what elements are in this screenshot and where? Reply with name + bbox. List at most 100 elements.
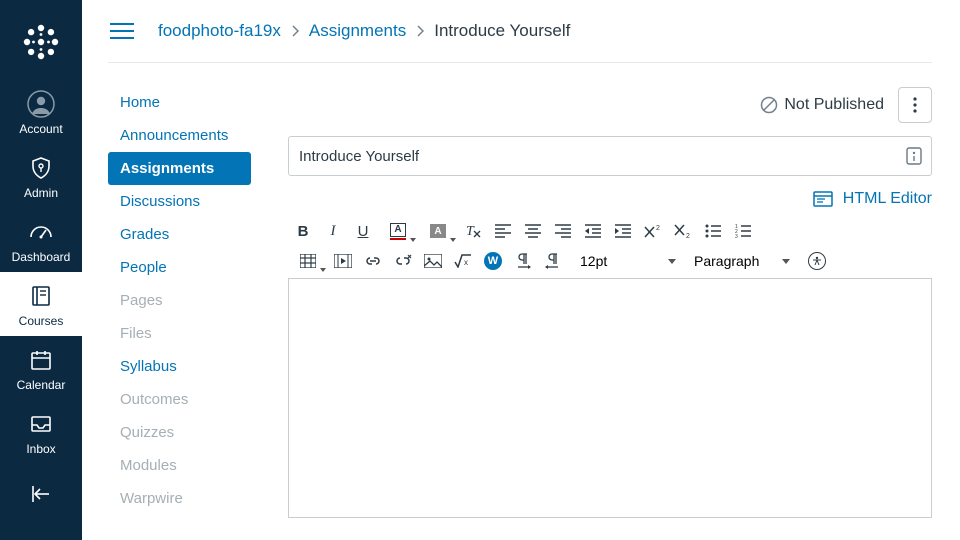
underline-button[interactable]: U <box>348 216 378 246</box>
font-size-select[interactable]: 12pt <box>574 248 682 274</box>
breadcrumb-course-link[interactable]: foodphoto-fa19x <box>158 21 281 41</box>
keyboard-shortcuts-icon[interactable] <box>906 147 922 165</box>
nav-label: Admin <box>24 186 58 200</box>
table-button[interactable] <box>288 246 328 276</box>
unlink-icon <box>394 254 412 268</box>
breadcrumb-bar: foodphoto-fa19x Assignments Introduce Yo… <box>82 0 960 62</box>
a11y-checker-button[interactable] <box>802 246 832 276</box>
nav-label: Account <box>19 122 62 136</box>
align-left-button[interactable] <box>488 216 518 246</box>
equation-icon: x <box>454 254 472 268</box>
course-nav-home[interactable]: Home <box>108 86 251 119</box>
course-nav-warpwire[interactable]: Warpwire <box>108 482 251 515</box>
course-nav-people[interactable]: People <box>108 251 251 284</box>
chevron-down-icon <box>450 238 456 242</box>
ltr-button[interactable] <box>508 246 538 276</box>
clear-formatting-button[interactable]: T <box>458 216 488 246</box>
more-options-button[interactable] <box>898 87 932 123</box>
subscript-button[interactable]: 2 <box>668 216 698 246</box>
nav-calendar[interactable]: Calendar <box>0 336 82 400</box>
breadcrumb-current: Introduce Yourself <box>434 21 570 41</box>
nav-dashboard[interactable]: Dashboard <box>0 208 82 272</box>
image-button[interactable] <box>418 246 448 276</box>
course-nav-pages[interactable]: Pages <box>108 284 251 317</box>
inbox-icon <box>27 410 55 438</box>
link-button[interactable] <box>358 246 388 276</box>
bold-icon: B <box>298 223 309 240</box>
calendar-icon <box>27 346 55 374</box>
nav-account[interactable]: Account <box>0 80 82 144</box>
block-format-select[interactable]: Paragraph <box>688 248 796 274</box>
breadcrumb-section-link[interactable]: Assignments <box>309 21 406 41</box>
align-right-icon <box>555 224 571 238</box>
course-nav-discussions[interactable]: Discussions <box>108 185 251 218</box>
user-avatar-icon <box>27 90 55 118</box>
outdent-button[interactable] <box>578 216 608 246</box>
nav-label: Calendar <box>17 378 66 392</box>
course-nav-files[interactable]: Files <box>108 317 251 350</box>
embed-app-button[interactable]: W <box>478 246 508 276</box>
html-editor-row: HTML Editor <box>288 190 932 208</box>
prohibit-icon <box>760 96 778 114</box>
block-format-select-wrapper: Paragraph <box>688 248 796 274</box>
superscript-icon: 2 <box>644 224 662 238</box>
course-nav-grades[interactable]: Grades <box>108 218 251 251</box>
clear-formatting-icon: T <box>464 223 482 239</box>
align-center-icon <box>525 224 541 238</box>
assignment-title-input[interactable] <box>288 136 932 176</box>
nav-inbox[interactable]: Inbox <box>0 400 82 464</box>
speedometer-icon <box>27 218 55 246</box>
bg-color-button[interactable]: A <box>418 216 458 246</box>
number-list-button[interactable]: 123 <box>728 216 758 246</box>
text-color-button[interactable]: A <box>378 216 418 246</box>
course-nav: Home Announcements Assignments Discussio… <box>108 86 251 515</box>
bg-color-icon: A <box>430 224 446 238</box>
image-icon <box>424 254 442 268</box>
canvas-logo <box>21 22 61 62</box>
media-button[interactable] <box>328 246 358 276</box>
superscript-button[interactable]: 2 <box>638 216 668 246</box>
number-list-icon: 123 <box>735 224 751 238</box>
align-right-button[interactable] <box>548 216 578 246</box>
align-center-button[interactable] <box>518 216 548 246</box>
italic-icon: I <box>331 223 336 240</box>
equation-button[interactable]: x <box>448 246 478 276</box>
bullet-list-button[interactable] <box>698 216 728 246</box>
accessibility-icon <box>808 252 826 270</box>
underline-icon: U <box>358 223 369 240</box>
unlink-button[interactable] <box>388 246 418 276</box>
nav-collapse-button[interactable] <box>0 470 82 520</box>
html-editor-link[interactable]: HTML Editor <box>813 190 932 208</box>
course-nav-announcements[interactable]: Announcements <box>108 119 251 152</box>
global-nav: Account Admin Dashboard Courses Calendar… <box>0 0 82 540</box>
bold-button[interactable]: B <box>288 216 318 246</box>
nav-label: Courses <box>19 314 64 328</box>
arrow-collapse-left-icon <box>27 480 55 508</box>
app-circle-icon: W <box>484 252 502 270</box>
course-nav-modules[interactable]: Modules <box>108 449 251 482</box>
rtl-icon <box>545 253 561 269</box>
course-nav-outcomes[interactable]: Outcomes <box>108 383 251 416</box>
outdent-icon <box>585 224 601 238</box>
course-nav-quizzes[interactable]: Quizzes <box>108 416 251 449</box>
html-editor-icon <box>813 191 833 207</box>
hamburger-menu-button[interactable] <box>110 22 134 40</box>
chevron-down-icon <box>410 238 416 242</box>
kebab-icon <box>913 97 917 113</box>
nav-admin[interactable]: Admin <box>0 144 82 208</box>
rce-editor-body[interactable] <box>288 278 932 518</box>
nav-label: Inbox <box>26 442 55 456</box>
chevron-right-icon <box>416 25 424 37</box>
course-nav-syllabus[interactable]: Syllabus <box>108 350 251 383</box>
nav-courses[interactable]: Courses <box>0 272 82 336</box>
indent-button[interactable] <box>608 216 638 246</box>
main-content: Not Published HTML Editor B I U A A <box>288 86 932 518</box>
shield-icon <box>27 154 55 182</box>
html-editor-label: HTML Editor <box>843 190 932 208</box>
ltr-icon <box>515 253 531 269</box>
svg-text:3: 3 <box>735 234 738 238</box>
course-nav-assignments[interactable]: Assignments <box>108 152 251 185</box>
book-icon <box>27 282 55 310</box>
rtl-button[interactable] <box>538 246 568 276</box>
italic-button[interactable]: I <box>318 216 348 246</box>
